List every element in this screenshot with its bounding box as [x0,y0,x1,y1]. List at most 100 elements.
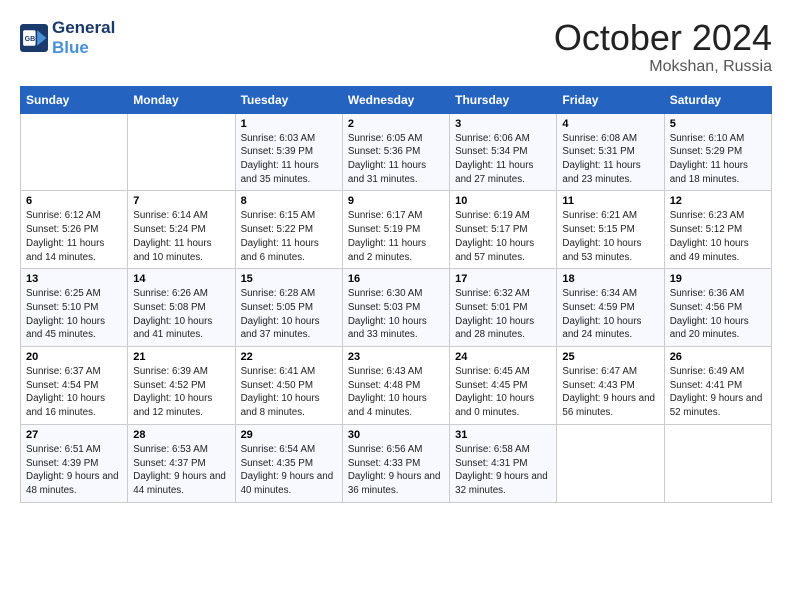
day-number: 30 [348,429,444,441]
calendar-page: GB General Blue October 2024 Mokshan, Ru… [0,0,792,612]
day-number: 12 [670,195,766,207]
day-number: 3 [455,118,551,130]
day-number: 10 [455,195,551,207]
calendar-cell: 11Sunrise: 6:21 AMSunset: 5:15 PMDayligh… [557,191,664,269]
day-number: 29 [241,429,337,441]
day-number: 26 [670,351,766,363]
day-info: Sunrise: 6:06 AMSunset: 5:34 PMDaylight:… [455,132,551,187]
day-number: 4 [562,118,658,130]
day-number: 11 [562,195,658,207]
day-number: 22 [241,351,337,363]
calendar-cell: 6 Sunrise: 6:12 AMSunset: 5:26 PMDaylight… [21,191,128,269]
day-info: Sunrise: 6:05 AMSunset: 5:36 PMDaylight:… [348,132,444,187]
title-block: October 2024 Mokshan, Russia [554,18,772,76]
day-number: 25 [562,351,658,363]
day-number: 5 [670,118,766,130]
day-number: 6 [26,195,122,207]
day-number: 18 [562,273,658,285]
day-number: 27 [26,429,122,441]
calendar-cell: 12 Sunrise: 6:23 AMSunset: 5:12 PMDayligh… [664,191,771,269]
weekday-header-row: SundayMondayTuesdayWednesdayThursdayFrid… [21,86,772,113]
svg-text:GB: GB [25,36,36,43]
day-info: Sunrise: 6:47 AMSunset: 4:43 PMDaylight:… [562,365,658,420]
calendar-cell: 25 Sunrise: 6:47 AMSunset: 4:43 PMDayligh… [557,347,664,425]
calendar-cell: 13 Sunrise: 6:25 AMSunset: 5:10 PMDayligh… [21,269,128,347]
calendar-cell: 2 Sunrise: 6:05 AMSunset: 5:36 PMDaylight… [342,113,449,191]
calendar-cell: 19Sunrise: 6:36 AMSunset: 4:56 PMDayligh… [664,269,771,347]
calendar-cell: 3 Sunrise: 6:06 AMSunset: 5:34 PMDaylight… [450,113,557,191]
day-number: 1 [241,118,337,130]
day-info: Sunrise: 6:26 AMSunset: 5:08 PMDaylight:… [133,287,229,342]
day-info: Sunrise: 6:19 AMSunset: 5:17 PMDaylight:… [455,209,551,264]
calendar-cell: 4 Sunrise: 6:08 AMSunset: 5:31 PMDaylight… [557,113,664,191]
day-info: Sunrise: 6:28 AMSunset: 5:05 PMDaylight:… [241,287,337,342]
day-number: 15 [241,273,337,285]
day-info: Sunrise: 6:58 AMSunset: 4:31 PMDaylight:… [455,443,551,498]
calendar-cell: 9Sunrise: 6:17 AMSunset: 5:19 PMDaylight… [342,191,449,269]
day-number: 7 [133,195,229,207]
calendar-cell: 23Sunrise: 6:43 AMSunset: 4:48 PMDayligh… [342,347,449,425]
day-info: Sunrise: 6:03 AMSunset: 5:39 PMDaylight:… [241,132,337,187]
day-info: Sunrise: 6:53 AMSunset: 4:37 PMDaylight:… [133,443,229,498]
calendar-week-5: 27 Sunrise: 6:51 AMSunset: 4:39 PMDayligh… [21,424,772,502]
day-number: 9 [348,195,444,207]
calendar-cell: 16Sunrise: 6:30 AMSunset: 5:03 PMDayligh… [342,269,449,347]
weekday-friday: Friday [557,86,664,113]
calendar-week-2: 6 Sunrise: 6:12 AMSunset: 5:26 PMDaylight… [21,191,772,269]
calendar-cell: 5 Sunrise: 6:10 AMSunset: 5:29 PMDaylight… [664,113,771,191]
weekday-monday: Monday [128,86,235,113]
calendar-cell: 17Sunrise: 6:32 AMSunset: 5:01 PMDayligh… [450,269,557,347]
logo-icon: GB [20,24,48,52]
day-info: Sunrise: 6:56 AMSunset: 4:33 PMDaylight:… [348,443,444,498]
day-info: Sunrise: 6:39 AMSunset: 4:52 PMDaylight:… [133,365,229,420]
calendar-cell: 28Sunrise: 6:53 AMSunset: 4:37 PMDayligh… [128,424,235,502]
calendar-cell: 1 Sunrise: 6:03 AMSunset: 5:39 PMDaylight… [235,113,342,191]
calendar-cell [21,113,128,191]
weekday-wednesday: Wednesday [342,86,449,113]
day-number: 19 [670,273,766,285]
calendar-cell: 22 Sunrise: 6:41 AMSunset: 4:50 PMDayligh… [235,347,342,425]
day-info: Sunrise: 6:12 AMSunset: 5:26 PMDaylight:… [26,209,122,264]
calendar-cell: 21 Sunrise: 6:39 AMSunset: 4:52 PMDayligh… [128,347,235,425]
calendar-cell: 24Sunrise: 6:45 AMSunset: 4:45 PMDayligh… [450,347,557,425]
weekday-saturday: Saturday [664,86,771,113]
day-info: Sunrise: 6:51 AMSunset: 4:39 PMDaylight:… [26,443,122,498]
day-info: Sunrise: 6:14 AMSunset: 5:24 PMDaylight:… [133,209,229,264]
logo: GB General Blue [20,18,115,57]
header: GB General Blue October 2024 Mokshan, Ru… [20,18,772,76]
calendar-cell: 15 Sunrise: 6:28 AMSunset: 5:05 PMDayligh… [235,269,342,347]
calendar-cell: 10 Sunrise: 6:19 AMSunset: 5:17 PMDayligh… [450,191,557,269]
calendar-cell: 26Sunrise: 6:49 AMSunset: 4:41 PMDayligh… [664,347,771,425]
weekday-tuesday: Tuesday [235,86,342,113]
calendar-cell: 30 Sunrise: 6:56 AMSunset: 4:33 PMDayligh… [342,424,449,502]
calendar-cell: 31 Sunrise: 6:58 AMSunset: 4:31 PMDayligh… [450,424,557,502]
day-number: 24 [455,351,551,363]
day-number: 17 [455,273,551,285]
day-info: Sunrise: 6:23 AMSunset: 5:12 PMDaylight:… [670,209,766,264]
calendar-week-1: 1 Sunrise: 6:03 AMSunset: 5:39 PMDaylight… [21,113,772,191]
day-info: Sunrise: 6:41 AMSunset: 4:50 PMDaylight:… [241,365,337,420]
calendar-cell [664,424,771,502]
day-number: 13 [26,273,122,285]
day-number: 14 [133,273,229,285]
calendar-cell: 29 Sunrise: 6:54 AMSunset: 4:35 PMDayligh… [235,424,342,502]
day-number: 2 [348,118,444,130]
logo-blue: Blue [52,38,115,58]
day-info: Sunrise: 6:08 AMSunset: 5:31 PMDaylight:… [562,132,658,187]
day-number: 8 [241,195,337,207]
day-number: 21 [133,351,229,363]
calendar-cell [557,424,664,502]
calendar-cell: 7 Sunrise: 6:14 AMSunset: 5:24 PMDaylight… [128,191,235,269]
day-info: Sunrise: 6:10 AMSunset: 5:29 PMDaylight:… [670,132,766,187]
day-number: 31 [455,429,551,441]
day-info: Sunrise: 6:54 AMSunset: 4:35 PMDaylight:… [241,443,337,498]
day-number: 16 [348,273,444,285]
weekday-thursday: Thursday [450,86,557,113]
calendar-cell: 20Sunrise: 6:37 AMSunset: 4:54 PMDayligh… [21,347,128,425]
calendar-table: SundayMondayTuesdayWednesdayThursdayFrid… [20,86,772,503]
calendar-cell: 8Sunrise: 6:15 AMSunset: 5:22 PMDaylight… [235,191,342,269]
month-title: October 2024 [554,18,772,58]
day-info: Sunrise: 6:25 AMSunset: 5:10 PMDaylight:… [26,287,122,342]
weekday-sunday: Sunday [21,86,128,113]
day-number: 23 [348,351,444,363]
